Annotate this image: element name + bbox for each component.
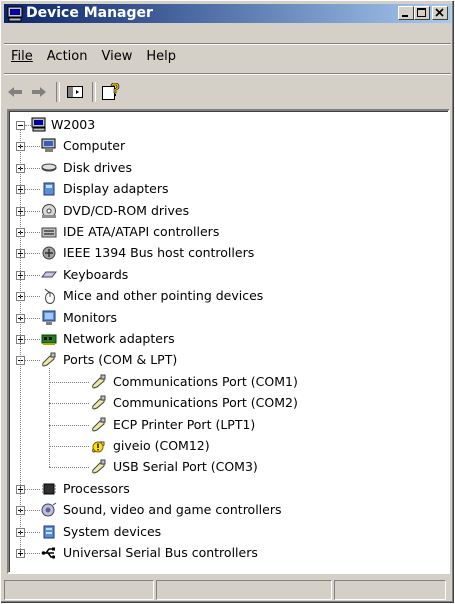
toolbar-top-divider xyxy=(4,73,451,75)
maximize-button[interactable] xyxy=(414,6,430,20)
ide-controller-icon xyxy=(41,227,57,238)
tree-connector xyxy=(49,424,89,426)
menu-help-label: Help xyxy=(146,49,176,64)
warning-icon xyxy=(92,441,105,453)
forward-arrow-icon xyxy=(32,87,46,97)
tree-category-label: DVD/CD-ROM drives xyxy=(63,202,190,218)
title-bar[interactable]: Device Manager xyxy=(4,4,451,23)
menu-view-label: View xyxy=(101,49,133,64)
tree-category-label: Universal Serial Bus controllers xyxy=(63,545,258,560)
back-arrow-icon xyxy=(8,87,22,97)
close-icon xyxy=(435,8,444,17)
tree-category-label: Network adapters xyxy=(63,331,175,346)
device-manager-window: Device Manager File Action View Help W20… xyxy=(0,0,455,604)
tree-category-label: IEEE 1394 Bus host controllers xyxy=(63,245,255,261)
tree-device-label: Communications Port (COM1) xyxy=(113,373,298,389)
menu-file-label: File xyxy=(11,49,33,64)
processor-icon xyxy=(42,483,56,495)
properties-button[interactable] xyxy=(100,81,122,103)
tree-category-label: Disk drives xyxy=(63,159,132,175)
computer-icon xyxy=(31,117,46,132)
tree-category-label: IDE ATA/ATAPI controllers xyxy=(63,224,220,239)
toolbar xyxy=(4,79,124,105)
tree-category-label: Monitors xyxy=(63,309,118,325)
tree-category-label: Ports (COM & LPT) xyxy=(63,352,178,368)
tree-category-label: Mice and other pointing devices xyxy=(63,288,264,304)
status-pane-3 xyxy=(334,580,446,600)
tree-trunk-connector xyxy=(20,129,21,553)
status-bar xyxy=(4,580,453,602)
ieee1394-icon xyxy=(42,246,56,260)
dvd-drive-icon xyxy=(42,203,56,218)
display-adapter-icon xyxy=(43,182,55,196)
tree-device-label: ECP Printer Port (LPT1) xyxy=(113,416,256,432)
maximize-icon xyxy=(417,8,426,17)
device-tree: W2003 Computer Disk drives Display adapter… xyxy=(9,111,448,572)
device-tree-panel[interactable]: W2003 Computer Disk drives Display adapter… xyxy=(7,109,450,574)
close-button[interactable] xyxy=(432,6,448,20)
console-tree-icon xyxy=(67,86,83,98)
device-manager-icon xyxy=(7,6,23,22)
window-title: Device Manager xyxy=(26,5,153,21)
toolbar-separator xyxy=(92,82,96,102)
sound-icon xyxy=(41,502,57,517)
tree-category-label: Keyboards xyxy=(63,266,129,282)
show-hide-console-tree-button[interactable] xyxy=(64,81,86,103)
tree-category-label: Computer xyxy=(63,138,126,154)
tree-connector xyxy=(49,403,89,405)
network-adapter-icon xyxy=(41,334,57,345)
monitor-icon xyxy=(42,310,56,325)
tree-device-label: giveio (COM12) xyxy=(113,438,210,453)
window-controls xyxy=(398,6,448,21)
forward-button[interactable] xyxy=(28,81,50,103)
minimize-button[interactable] xyxy=(398,6,414,20)
tree-connector xyxy=(49,467,89,469)
tree-device-label: Communications Port (COM2) xyxy=(113,395,298,411)
tree-category-label: Sound, video and game controllers xyxy=(63,502,282,518)
status-pane-2 xyxy=(156,580,332,600)
menu-file[interactable]: File xyxy=(4,46,40,68)
keyboard-icon xyxy=(41,271,57,278)
port-icon xyxy=(42,352,56,367)
status-pane-1 xyxy=(4,580,154,600)
tree-category-label: System devices xyxy=(63,523,162,539)
tree-device-label: USB Serial Port (COM3) xyxy=(113,459,258,475)
menu-view[interactable]: View xyxy=(94,46,139,68)
menu-action[interactable]: Action xyxy=(40,46,95,68)
tree-root-label: W2003 xyxy=(51,117,96,132)
tree-connector xyxy=(49,368,50,468)
computer-icon xyxy=(41,138,56,153)
menu-bar: File Action View Help xyxy=(4,46,183,68)
menu-help[interactable]: Help xyxy=(139,46,183,68)
tree-connector xyxy=(49,446,89,447)
tree-connector xyxy=(49,381,89,383)
toolbar-separator xyxy=(56,82,60,102)
tree-category-label: Display adapters xyxy=(63,181,169,197)
back-button[interactable] xyxy=(4,81,26,103)
mouse-icon xyxy=(44,288,55,305)
menu-action-label: Action xyxy=(46,49,88,64)
port-icon xyxy=(92,395,106,410)
port-icon xyxy=(92,374,106,389)
tree-category-label: Processors xyxy=(63,480,130,496)
system-device-icon xyxy=(43,525,55,539)
minimize-icon xyxy=(402,15,408,17)
port-icon xyxy=(92,459,106,474)
port-icon xyxy=(92,417,106,432)
disk-drive-icon xyxy=(41,163,57,172)
properties-help-icon xyxy=(102,83,120,100)
usb-icon xyxy=(41,547,56,559)
menubar-top-divider xyxy=(4,43,451,45)
